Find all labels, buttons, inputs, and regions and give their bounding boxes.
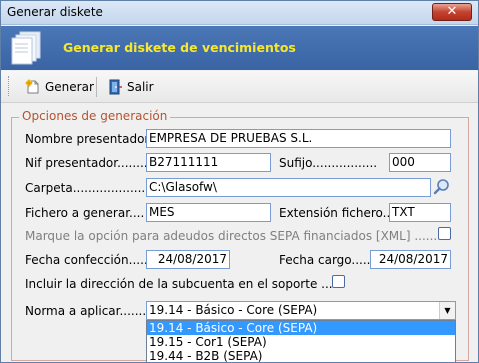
nombre-presentador-label: Nombre presentador. bbox=[25, 132, 153, 146]
subcuenta-label: Incluir la dirección de la subcuenta en … bbox=[25, 277, 333, 291]
sepa-xml-checkbox[interactable] bbox=[438, 227, 451, 240]
chevron-down-icon[interactable]: ▼ bbox=[439, 302, 455, 319]
sufijo-label: Sufijo................. bbox=[279, 156, 378, 170]
norma-dropdown-list: 19.14 - Básico - Core (SEPA) 19.15 - Cor… bbox=[146, 320, 456, 362]
fecha-cargo-field[interactable]: 24/08/2017 bbox=[370, 250, 451, 269]
salir-label: Salir bbox=[127, 80, 154, 94]
norma-selected-value: 19.14 - Básico - Core (SEPA) bbox=[149, 303, 318, 317]
extension-label: Extensión fichero... bbox=[279, 206, 395, 220]
exit-door-icon bbox=[109, 79, 122, 95]
toolbar-separator bbox=[96, 77, 97, 97]
fichero-field[interactable]: MES bbox=[146, 203, 271, 222]
title-bar[interactable]: Generar diskete ✕ bbox=[1, 1, 478, 25]
sufijo-field[interactable]: 000 bbox=[389, 153, 451, 172]
toolbar: Generar Salir bbox=[1, 71, 478, 103]
norma-option[interactable]: 19.15 - Cor1 (SEPA) bbox=[147, 335, 455, 349]
nif-presentador-field[interactable]: B27111111 bbox=[146, 153, 271, 172]
fecha-confeccion-label: Fecha confección..... bbox=[25, 253, 148, 267]
fichero-label: Fichero a generar.... bbox=[25, 206, 145, 220]
norma-select[interactable]: 19.14 - Básico - Core (SEPA) ▼ bbox=[146, 301, 456, 320]
close-button[interactable]: ✕ bbox=[432, 3, 472, 21]
options-group-legend: Opciones de generación bbox=[19, 109, 171, 123]
fecha-cargo-label: Fecha cargo........ bbox=[279, 253, 382, 267]
nombre-presentador-field[interactable]: EMPRESA DE PRUEBAS S.L. bbox=[146, 129, 451, 148]
carpeta-label: Carpeta.................... bbox=[25, 181, 150, 195]
norma-label: Norma a aplicar......... bbox=[25, 304, 154, 318]
document-stack-icon bbox=[11, 31, 41, 65]
nif-presentador-label: Nif presentador......... bbox=[25, 156, 152, 170]
banner-title: Generar diskete de vencimientos bbox=[63, 40, 296, 55]
extension-field[interactable]: TXT bbox=[389, 203, 451, 222]
new-document-icon bbox=[25, 79, 39, 94]
carpeta-field[interactable]: C:\Glasofw\ bbox=[146, 178, 431, 197]
close-icon: ✕ bbox=[446, 4, 458, 19]
browse-search-icon[interactable] bbox=[433, 178, 451, 196]
salir-button[interactable]: Salir bbox=[107, 77, 154, 97]
header-banner: Generar diskete de vencimientos bbox=[1, 26, 478, 70]
generar-diskete-window: Generar diskete ✕ Generar diskete de ven… bbox=[0, 0, 479, 363]
toolbar-grip[interactable] bbox=[8, 76, 11, 96]
fecha-confeccion-field[interactable]: 24/08/2017 bbox=[146, 250, 230, 269]
sepa-xml-label: Marque la opción para adeudos directos S… bbox=[25, 229, 438, 243]
norma-option[interactable]: 19.14 - Básico - Core (SEPA) bbox=[147, 321, 455, 335]
generar-label: Generar bbox=[45, 80, 94, 94]
window-title: Generar diskete bbox=[7, 5, 103, 19]
generar-button[interactable]: Generar bbox=[25, 77, 94, 97]
subcuenta-checkbox[interactable] bbox=[332, 275, 345, 288]
norma-option[interactable]: 19.44 - B2B (SEPA) bbox=[147, 349, 455, 362]
